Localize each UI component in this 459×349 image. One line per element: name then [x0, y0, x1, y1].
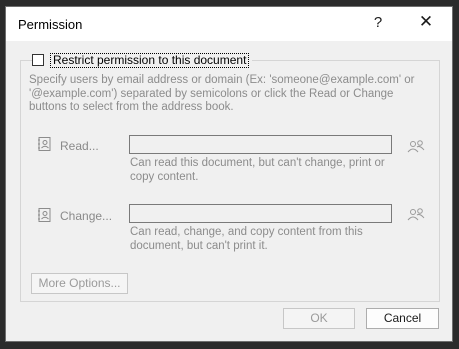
address-book-icon [38, 137, 51, 151]
change-users-field[interactable] [129, 204, 392, 223]
change-users-input[interactable] [130, 205, 391, 222]
change-description: Can read, change, and copy content from … [130, 226, 363, 252]
read-users-field[interactable] [129, 135, 392, 154]
more-options-button[interactable]: More Options... [31, 273, 128, 294]
read-users-input[interactable] [130, 136, 391, 153]
dialog-title: Permission [18, 17, 83, 32]
cancel-button[interactable]: Cancel [366, 308, 439, 329]
people-icon[interactable] [406, 139, 426, 155]
permission-dialog: Permission ? ✕ Restrict permission to th… [5, 6, 453, 342]
change-button[interactable]: Change... [60, 209, 112, 223]
ok-button[interactable]: OK [283, 308, 355, 329]
title-bar: Permission ? ✕ [6, 7, 452, 41]
help-button[interactable]: ? [366, 14, 390, 36]
address-book-icon [38, 208, 51, 222]
checkbox-box[interactable] [32, 54, 44, 66]
read-button[interactable]: Read... [60, 139, 99, 153]
read-description: Can read this document, but can't change… [130, 157, 385, 183]
restrict-permission-label[interactable]: Restrict permission to this document [50, 52, 250, 68]
restrict-permission-checkbox[interactable]: Restrict permission to this document [32, 51, 253, 69]
close-button[interactable]: ✕ [409, 12, 443, 36]
people-icon[interactable] [406, 207, 426, 223]
instructions-text: Specify users by email address or domain… [29, 74, 415, 113]
